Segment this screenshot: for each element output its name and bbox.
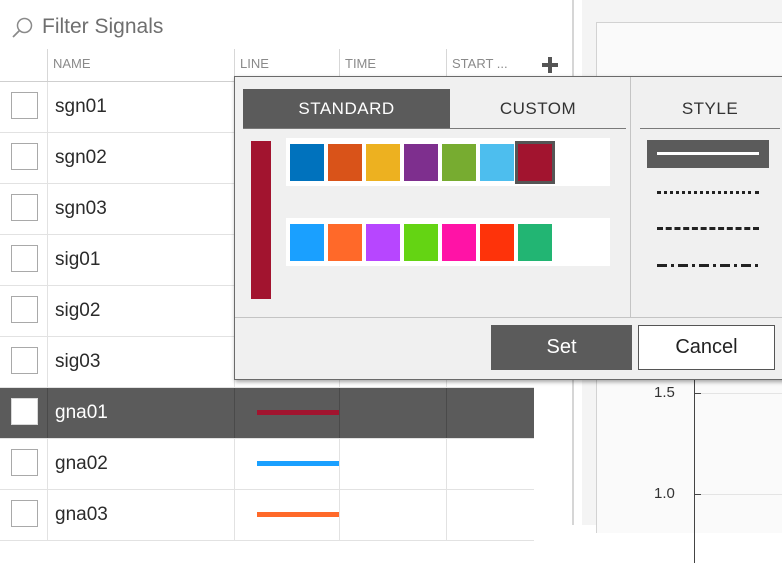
name-cell[interactable]: sig03	[47, 337, 234, 387]
signal-name: gna01	[55, 402, 108, 423]
line-style-dash-dot[interactable]	[647, 252, 769, 280]
name-cell[interactable]: sgn01	[47, 82, 234, 132]
color-swatch[interactable]	[404, 143, 438, 181]
checkbox-cell	[0, 490, 47, 540]
color-swatch[interactable]	[518, 223, 552, 261]
line-cell[interactable]	[234, 388, 339, 438]
color-swatch[interactable]	[404, 223, 438, 261]
tab-custom[interactable]: CUSTOM	[450, 89, 626, 128]
y-tick-label: 1.5	[654, 384, 675, 401]
y-tick-label: 1.0	[654, 485, 675, 502]
signal-name: sgn02	[55, 147, 107, 168]
tab-standard[interactable]: STANDARD	[243, 89, 450, 128]
color-swatch[interactable]	[366, 223, 400, 261]
name-cell[interactable]: gna03	[47, 490, 234, 540]
row-checkbox[interactable]	[11, 194, 38, 221]
time-cell	[339, 439, 446, 489]
signal-name: gna03	[55, 504, 108, 525]
time-cell	[339, 388, 446, 438]
cancel-button[interactable]: Cancel	[638, 325, 775, 370]
search-icon	[12, 17, 33, 38]
name-cell[interactable]: sgn02	[47, 133, 234, 183]
current-color-preview	[251, 141, 271, 299]
filter-signals-input[interactable]	[42, 12, 342, 42]
time-cell	[339, 490, 446, 540]
row-checkbox[interactable]	[11, 92, 38, 119]
header-checkbox-column	[0, 49, 47, 81]
checkbox-cell	[0, 337, 47, 387]
header-name[interactable]: NAME	[47, 49, 234, 81]
name-cell[interactable]: sig02	[47, 286, 234, 336]
line-style-solid[interactable]	[647, 140, 769, 168]
name-cell[interactable]: sig01	[47, 235, 234, 285]
table-row[interactable]: gna02	[0, 439, 534, 490]
checkbox-cell	[0, 82, 47, 132]
start-cell	[446, 439, 534, 489]
signal-name: sig02	[55, 300, 101, 321]
line-style-dotted[interactable]	[647, 177, 769, 205]
row-checkbox[interactable]	[11, 245, 38, 272]
table-row[interactable]: gna03	[0, 490, 534, 541]
line-style-dashed[interactable]	[647, 215, 769, 243]
table-row[interactable]: gna01	[0, 388, 534, 439]
filter-bar	[0, 0, 566, 49]
row-checkbox[interactable]	[11, 296, 38, 323]
color-swatch[interactable]	[480, 143, 514, 181]
footer-divider	[235, 317, 782, 318]
row-checkbox[interactable]	[11, 347, 38, 374]
color-swatch[interactable]	[515, 140, 555, 184]
signal-name: sgn01	[55, 96, 107, 117]
signal-name: sgn03	[55, 198, 107, 219]
line-color-swatch	[257, 410, 339, 415]
line-cell[interactable]	[234, 439, 339, 489]
color-swatch[interactable]	[366, 143, 400, 181]
row-checkbox[interactable]	[11, 143, 38, 170]
line-properties-popup: STANDARD CUSTOM STYLE Set Cancel	[234, 76, 782, 380]
row-checkbox[interactable]	[11, 500, 38, 527]
color-swatch[interactable]	[328, 143, 362, 181]
color-swatch[interactable]	[328, 223, 362, 261]
section-divider	[630, 77, 631, 317]
line-color-swatch	[257, 461, 339, 466]
color-swatch[interactable]	[480, 223, 514, 261]
standard-palette-row-2	[286, 218, 610, 266]
signal-name: sig03	[55, 351, 101, 372]
signal-name: gna02	[55, 453, 108, 474]
checkbox-cell	[0, 286, 47, 336]
plus-icon	[542, 57, 558, 73]
row-checkbox[interactable]	[11, 398, 38, 425]
line-cell[interactable]	[234, 490, 339, 540]
grid-line	[695, 393, 782, 394]
color-swatch[interactable]	[442, 143, 476, 181]
checkbox-cell	[0, 133, 47, 183]
color-swatch[interactable]	[290, 223, 324, 261]
standard-palette-row-1	[286, 138, 610, 186]
grid-line	[695, 494, 782, 495]
name-cell[interactable]: gna01	[47, 388, 234, 438]
y-tick	[694, 494, 701, 495]
y-tick	[694, 393, 701, 394]
color-swatch[interactable]	[290, 143, 324, 181]
checkbox-cell	[0, 235, 47, 285]
line-color-swatch	[257, 512, 339, 517]
row-checkbox[interactable]	[11, 449, 38, 476]
checkbox-cell	[0, 439, 47, 489]
start-cell	[446, 490, 534, 540]
set-button[interactable]: Set	[491, 325, 632, 370]
checkbox-cell	[0, 388, 47, 438]
style-divider	[640, 128, 780, 129]
tab-divider	[243, 128, 626, 129]
style-section-title: STYLE	[681, 99, 739, 118]
color-swatch[interactable]	[442, 223, 476, 261]
checkbox-cell	[0, 184, 47, 234]
start-cell	[446, 388, 534, 438]
name-cell[interactable]: gna02	[47, 439, 234, 489]
name-cell[interactable]: sgn03	[47, 184, 234, 234]
signal-name: sig01	[55, 249, 101, 270]
